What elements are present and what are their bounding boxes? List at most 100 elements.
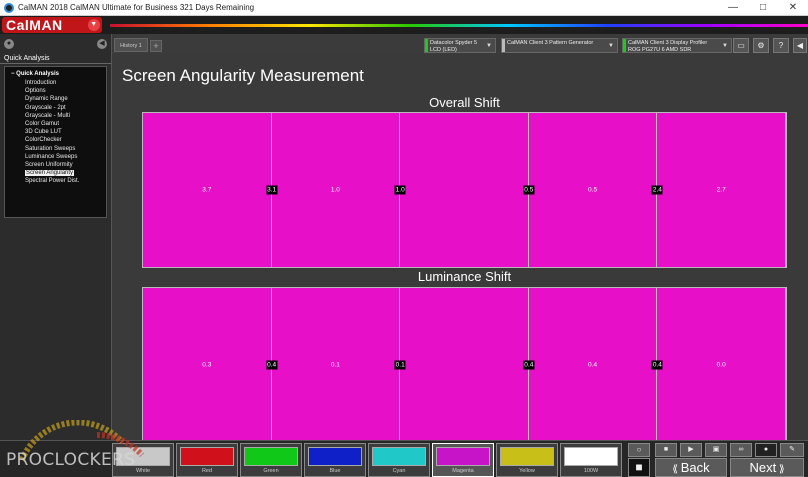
sidebar-menu-icon[interactable]: ●: [4, 39, 14, 49]
boundary-value: 3.1: [266, 185, 278, 195]
tree-item[interactable]: Options: [7, 87, 104, 95]
boundary-value: 2.4: [651, 185, 663, 195]
swatch-green[interactable]: Green: [240, 443, 302, 477]
tree-item[interactable]: Saturation Sweeps: [7, 145, 104, 153]
read-series-icon[interactable]: ▶: [680, 443, 702, 457]
tree-root-label: Quick Analysis: [16, 71, 59, 77]
swatch-blue[interactable]: Blue: [304, 443, 366, 477]
collapse-icon[interactable]: ◀: [97, 39, 107, 49]
luminance-shift-title: Luminance Shift: [417, 269, 512, 284]
tree-item[interactable]: Spectral Power Dist.: [7, 177, 104, 185]
maximize-button[interactable]: □: [748, 0, 778, 16]
workflow-tree: − Quick Analysis Introduction Options Dyna…: [4, 66, 107, 218]
add-tab-button[interactable]: +: [150, 40, 162, 52]
sidebar: ● ◀ Quick Analysis − Quick Analysis Intr…: [0, 34, 112, 477]
stop-measure-icon[interactable]: ■: [655, 443, 677, 457]
sidebar-controls: ● ◀: [0, 34, 111, 54]
stop-icon[interactable]: ■: [628, 458, 650, 477]
app-header: CalMAN ▼: [0, 16, 808, 34]
minimize-button[interactable]: —: [718, 0, 748, 16]
status-indicator: [623, 39, 626, 52]
next-arrow-icon: ⟫: [776, 464, 785, 475]
boundary-value: 0.5: [523, 185, 535, 195]
grid-cell: 2.7: [657, 113, 786, 267]
gear-icon[interactable]: ⚙: [753, 38, 769, 53]
tree-item[interactable]: Color Gamut: [7, 120, 104, 128]
tree-item-label: Dynamic Range: [25, 96, 68, 103]
monitor-icon[interactable]: ▭: [733, 38, 749, 53]
display-profiler-selector[interactable]: CalMAN Client 3 Display Profiler ROG PG2…: [622, 38, 732, 53]
tree-item[interactable]: Dynamic Range: [7, 95, 104, 103]
chevron-down-icon[interactable]: ▼: [88, 19, 100, 31]
grid-cell: 3.7: [143, 113, 272, 267]
swatch-magenta[interactable]: Magenta: [432, 443, 494, 477]
grid-cell: [400, 288, 529, 441]
boundary-value: 0.1: [394, 360, 406, 369]
tab-history-1[interactable]: History 1: [114, 38, 148, 52]
swatch-red[interactable]: Red: [176, 443, 238, 477]
tree-item[interactable]: ColorChecker: [7, 136, 104, 144]
record-icon[interactable]: ○: [628, 443, 650, 457]
chevron-down-icon: ▼: [608, 43, 614, 49]
tree-item[interactable]: Screen Uniformity: [7, 161, 104, 169]
tree-item[interactable]: Luminance Sweeps: [7, 153, 104, 161]
back-label: Back: [680, 460, 710, 475]
settings-icon[interactable]: ✎: [780, 443, 804, 457]
grid-cell: [400, 113, 529, 267]
swatch-cyan[interactable]: Cyan: [368, 443, 430, 477]
swatch-label: Green: [263, 468, 279, 474]
next-label: Next: [749, 460, 777, 475]
device-line2: ROG PG27U 6 AMD SDR: [628, 46, 692, 53]
tree-item-label: ColorChecker: [25, 137, 62, 144]
close-button[interactable]: ✕: [778, 0, 808, 16]
tree-item-label: Color Gamut: [25, 120, 60, 127]
page-title: Screen Angularity Measurement: [122, 66, 364, 85]
next-button[interactable]: Next ⟫: [730, 458, 804, 477]
grid-cell: 0.1: [272, 288, 401, 441]
swatch-label: Magenta: [452, 468, 474, 474]
options-icon[interactable]: ●: [755, 443, 777, 457]
tree-item-label: Screen Uniformity: [25, 161, 73, 168]
swatch-label: Yellow: [519, 468, 535, 474]
tree-item[interactable]: Grayscale - Multi: [7, 112, 104, 120]
tree-item[interactable]: Introduction: [7, 79, 104, 87]
calman-window: CalMAN 2018 CalMAN Ultimate for Business…: [0, 0, 808, 477]
rainbow-bar: [110, 24, 808, 27]
cell-value: 0.5: [588, 186, 598, 194]
pattern-generator-selector[interactable]: CalMAN Client 3 Pattern Generator ▼: [501, 38, 618, 53]
tree-item-label: Grayscale - 2pt: [25, 104, 66, 111]
back-icon[interactable]: ◀: [793, 38, 807, 53]
swatch-100w[interactable]: 100W: [560, 443, 622, 477]
tree-item[interactable]: 3D Cube LUT: [7, 128, 104, 136]
overall-shift-title: Overall Shift: [429, 95, 500, 110]
swatch-yellow[interactable]: Yellow: [496, 443, 558, 477]
cell-value: 2.7: [716, 186, 726, 194]
back-button[interactable]: ⟪ Back: [655, 458, 727, 477]
save-icon[interactable]: ▣: [705, 443, 727, 457]
app-icon: [4, 2, 14, 13]
cell-value: 0.3: [202, 361, 212, 368]
logo-text: CalMAN: [6, 17, 63, 33]
watermark-text: PROCLOCKERS: [6, 450, 136, 470]
swatch-chip: [436, 447, 490, 466]
tree-item-label: Screen Angularity: [25, 170, 75, 177]
meter-device-selector[interactable]: Datacolor Spyder 5 LCD (LED) ▼: [424, 38, 496, 53]
loop-icon[interactable]: ∞: [730, 443, 752, 457]
window-title: CalMAN 2018 CalMAN Ultimate for Business…: [18, 3, 255, 12]
grid-cell: 0.3: [143, 288, 272, 441]
tree-item[interactable]: Grayscale - 2pt: [7, 104, 104, 112]
boundary-value: 0.4: [266, 360, 278, 369]
tree-item[interactable]: Screen Angularity: [7, 169, 104, 177]
calman-logo[interactable]: CalMAN ▼: [2, 17, 102, 33]
cell-value: 3.7: [202, 186, 212, 194]
swatch-label: Cyan: [392, 468, 406, 474]
tab-strip: History 1 + Datacolor Spyder 5 LCD (LED)…: [112, 34, 808, 54]
tree-root[interactable]: − Quick Analysis: [7, 70, 104, 79]
grid-cell: 0.5: [529, 113, 658, 267]
status-indicator: [502, 39, 505, 52]
swatch-label: 100W: [583, 468, 599, 474]
watermark: PROCLOCKERS: [2, 419, 162, 477]
tree-item-label: 3D Cube LUT: [25, 129, 62, 136]
help-icon[interactable]: ?: [773, 38, 789, 53]
chevron-down-icon: ▼: [486, 43, 492, 49]
